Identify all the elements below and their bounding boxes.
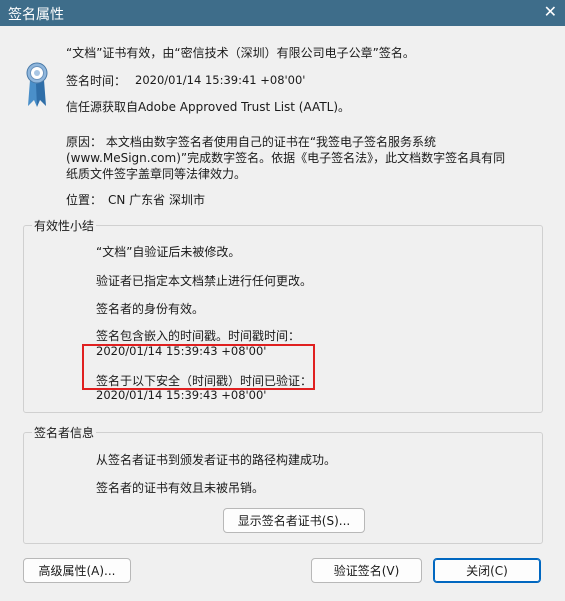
signing-time-label: 签名时间： — [66, 74, 127, 88]
signing-reason: 原因： 本文档由数字签名者使用自己的证书在“我签电子签名服务系统(www.MeS… — [66, 135, 506, 181]
validity-summary-legend: 有效性小结 — [32, 217, 97, 234]
location-label: 位置： — [66, 193, 103, 207]
verified-at-label: 签名于以下安全（时间戳）时间已验证： — [96, 374, 313, 388]
signer-info-legend: 签名者信息 — [32, 424, 97, 441]
close-icon[interactable]: ✕ — [544, 2, 557, 21]
location-value: CN 广东省 深圳市 — [108, 193, 205, 207]
verified-at-value: 2020/01/14 15:39:43 +08'00' — [96, 388, 267, 402]
embedded-timestamp: 签名包含嵌入的时间戳。时间戳时间： — [96, 329, 301, 343]
document-not-modified: “文档”自验证后未被修改。 — [96, 245, 241, 259]
validate-signature-button[interactable]: 验证签名(V) — [311, 558, 422, 583]
advanced-properties-button[interactable]: 高级属性(A)... — [23, 558, 131, 583]
title-bar: 签名属性 ✕ — [0, 0, 565, 26]
embedded-timestamp-value: 2020/01/14 15:39:43 +08'00' — [96, 344, 267, 358]
dialog-body: “文档”证书有效，由“密信技术（深圳）有限公司电子公章”签名。 签名时间： 20… — [0, 26, 565, 601]
cert-not-revoked: 签名者的证书有效且未被吊销。 — [96, 481, 265, 495]
trust-source: 信任源获取自Adobe Approved Trust List (AATL)。 — [66, 100, 351, 114]
window-title: 签名属性 — [8, 7, 64, 23]
signer-identity-valid: 签名者的身份有效。 — [96, 302, 205, 316]
certificate-seal-icon — [26, 62, 48, 107]
cert-path-built: 从签名者证书到颁发者证书的路径构建成功。 — [96, 453, 337, 467]
no-changes-permitted: 验证者已指定本文档禁止进行任何更改。 — [96, 274, 313, 288]
signature-status: “文档”证书有效，由“密信技术（深圳）有限公司电子公章”签名。 — [66, 46, 415, 60]
close-button[interactable]: 关闭(C) — [433, 558, 541, 583]
signing-time-value: 2020/01/14 15:39:41 +08'00' — [135, 73, 306, 87]
show-signer-certificate-button[interactable]: 显示签名者证书(S)... — [223, 508, 365, 533]
